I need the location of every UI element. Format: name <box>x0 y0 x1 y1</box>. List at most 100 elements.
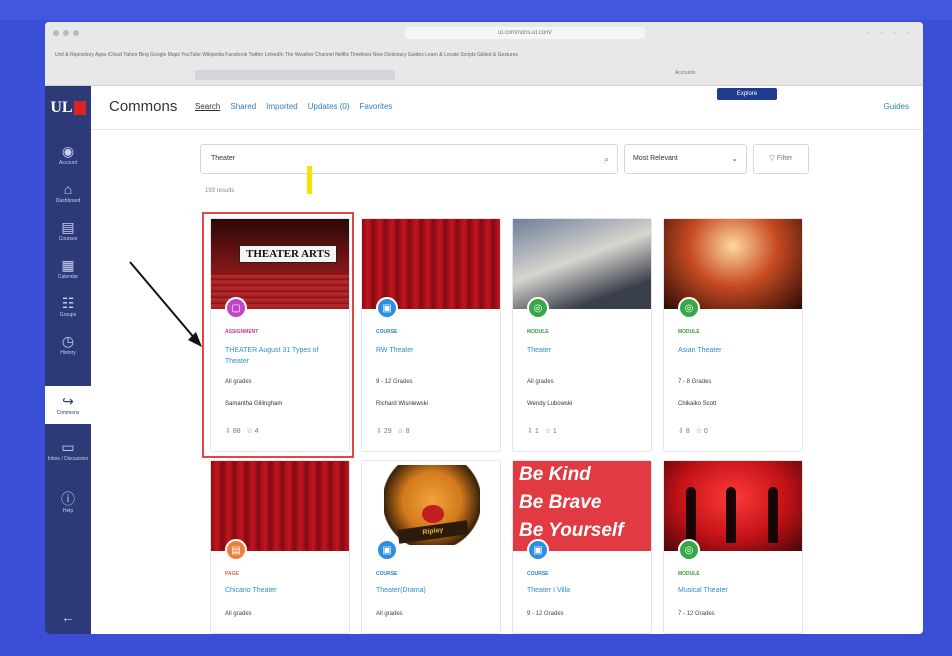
global-nav-sidebar: UL ◉ Account ⌂ Dashboard ▤ Courses ▦ Cal… <box>45 86 91 634</box>
download-icon: ⇩ <box>376 428 382 435</box>
card-category: COURSE <box>527 571 549 577</box>
card-grade: 9 - 12 Grades <box>527 611 564 617</box>
search-value: Theater <box>211 155 236 162</box>
tab-search[interactable]: Search <box>195 102 220 111</box>
card-category: MODULE <box>527 329 549 335</box>
tab-shared[interactable]: Shared <box>230 102 256 111</box>
module-icon: ◎ <box>527 297 549 319</box>
download-count: 1 <box>534 428 539 435</box>
star-icon[interactable]: ☆ <box>696 428 702 435</box>
download-count: 8 <box>685 428 690 435</box>
card-grade: 7 - 12 Grades <box>678 611 715 617</box>
card-title[interactable]: Chicano Theater <box>225 585 343 596</box>
nav-groups[interactable]: ☷ Groups <box>45 288 91 326</box>
nav-courses[interactable]: ▤ Courses <box>45 212 91 250</box>
highlight-box <box>202 212 354 458</box>
card-category: COURSE <box>376 571 398 577</box>
nav-commons[interactable]: ↪ Commons <box>45 386 91 424</box>
results-count: 193 results <box>205 188 235 194</box>
browser-toolbar-icons[interactable]: ◦ ◦ ◦ ◦ <box>867 28 913 37</box>
course-icon: ▣ <box>527 539 549 561</box>
resource-card[interactable]: ◎ MODULE Theater All grades Wendy Lubows… <box>512 218 652 452</box>
card-title[interactable]: Theater <box>527 345 645 356</box>
search-input[interactable]: Theater ⌕ <box>200 144 618 174</box>
card-title[interactable]: RW Theater <box>376 345 494 356</box>
card-thumbnail <box>664 461 802 551</box>
tab-imported[interactable]: Imported <box>266 102 298 111</box>
card-title[interactable]: Theater(Drama) <box>376 585 494 596</box>
card-title[interactable]: Theater I Villa <box>527 585 645 596</box>
star-icon[interactable]: ☆ <box>397 428 403 435</box>
download-icon: ⇩ <box>678 428 684 435</box>
collapse-arrow-icon: ← <box>61 609 75 625</box>
resource-card[interactable]: ◎ MODULE Asian Theater 7 - 8 Grades Chik… <box>663 218 803 452</box>
card-category: PAGE <box>225 571 239 577</box>
browser-window: ul.commons.ut.com/ ◦ ◦ ◦ ◦ Unit & Reposi… <box>45 22 923 634</box>
window-controls[interactable] <box>53 30 79 36</box>
browser-chrome: ul.commons.ut.com/ ◦ ◦ ◦ ◦ Unit & Reposi… <box>45 22 923 86</box>
nav-account[interactable]: ◉ Account <box>45 136 91 174</box>
favorite-count: 0 <box>703 428 708 435</box>
commons-icon: ↪ <box>62 393 74 409</box>
card-stats: ⇩ 1 ☆ 1 <box>527 427 557 435</box>
bookmarks-bar[interactable]: Unit & Repository Apps iCloud Yahoo Bing… <box>55 52 915 62</box>
address-bar[interactable]: ul.commons.ut.com/ <box>405 27 645 39</box>
browser-tab-accounts[interactable]: Accounts <box>675 70 735 80</box>
sort-select[interactable]: Most Relevant ⌄ <box>624 144 747 174</box>
nav-inbox[interactable]: ▭ Inbox / Discussion <box>45 432 91 470</box>
inbox-icon: ▭ <box>61 439 75 455</box>
thumbnail-text: Be Kind Be Brave Be Yourself <box>519 464 624 541</box>
explore-button[interactable]: Explore <box>717 88 777 100</box>
resource-card[interactable]: ▤ PAGE Chicano Theater All grades <box>210 460 350 634</box>
module-icon: ◎ <box>678 297 700 319</box>
search-icon[interactable]: ⌕ <box>604 145 609 173</box>
card-thumbnail <box>513 219 651 309</box>
nav-history[interactable]: ◷ History <box>45 326 91 364</box>
card-title[interactable]: Asian Theater <box>678 345 796 356</box>
nav-dashboard[interactable]: ⌂ Dashboard <box>45 174 91 212</box>
help-icon: ⓘ <box>61 491 75 507</box>
guides-link[interactable]: Guides <box>884 102 909 111</box>
tab-favorites[interactable]: Favorites <box>360 102 393 111</box>
filter-icon: ▽ <box>769 155 775 162</box>
user-circle-icon: ◉ <box>61 143 75 159</box>
card-grade: 9 - 12 Grades <box>376 379 413 385</box>
card-thumbnail <box>664 219 802 309</box>
card-grade: All grades <box>376 611 403 617</box>
nav-calendar[interactable]: ▦ Calendar <box>45 250 91 288</box>
resource-card[interactable]: ◎ MODULE Musical Theater 7 - 12 Grades <box>663 460 803 634</box>
institution-logo[interactable]: UL <box>45 86 91 130</box>
card-category: MODULE <box>678 571 700 577</box>
history-icon: ◷ <box>61 333 75 349</box>
page-icon: ▤ <box>225 539 247 561</box>
courses-icon: ▤ <box>61 219 75 235</box>
resource-card[interactable]: Ripley ▣ COURSE Theater(Drama) All grade… <box>361 460 501 634</box>
nav-help[interactable]: ⓘ Help <box>45 484 91 522</box>
card-category: MODULE <box>678 329 700 335</box>
card-stats: ⇩ 8 ☆ 0 <box>678 427 708 435</box>
card-author: Wendy Lubowski <box>527 401 573 407</box>
sort-value: Most Relevant <box>633 155 678 162</box>
resource-card[interactable]: Be Kind Be Brave Be Yourself ▣ COURSE Th… <box>512 460 652 634</box>
card-grade: All grades <box>527 379 554 385</box>
tab-updates[interactable]: Updates (0) <box>308 102 350 111</box>
card-grade: 7 - 8 Grades <box>678 379 712 385</box>
course-icon: ▣ <box>376 539 398 561</box>
browser-tab[interactable] <box>195 70 395 80</box>
collapse-nav-button[interactable]: ← <box>45 598 91 634</box>
card-grade: All grades <box>225 611 252 617</box>
calendar-icon: ▦ <box>61 257 75 273</box>
star-icon[interactable]: ☆ <box>545 428 551 435</box>
favorite-count: 1 <box>552 428 557 435</box>
card-title[interactable]: Musical Theater <box>678 585 796 596</box>
card-category: COURSE <box>376 329 398 335</box>
card-thumbnail <box>362 219 500 309</box>
card-author: Richard Wisniewski <box>376 401 429 407</box>
filter-button[interactable]: ▽ Filter <box>753 144 809 174</box>
chevron-down-icon: ⌄ <box>731 154 738 163</box>
card-thumbnail: Ripley <box>362 461 500 551</box>
resource-card[interactable]: ▣ COURSE RW Theater 9 - 12 Grades Richar… <box>361 218 501 452</box>
favorite-count: 8 <box>405 428 410 435</box>
logo-text: UL <box>50 99 73 116</box>
presentation-background <box>0 0 952 20</box>
